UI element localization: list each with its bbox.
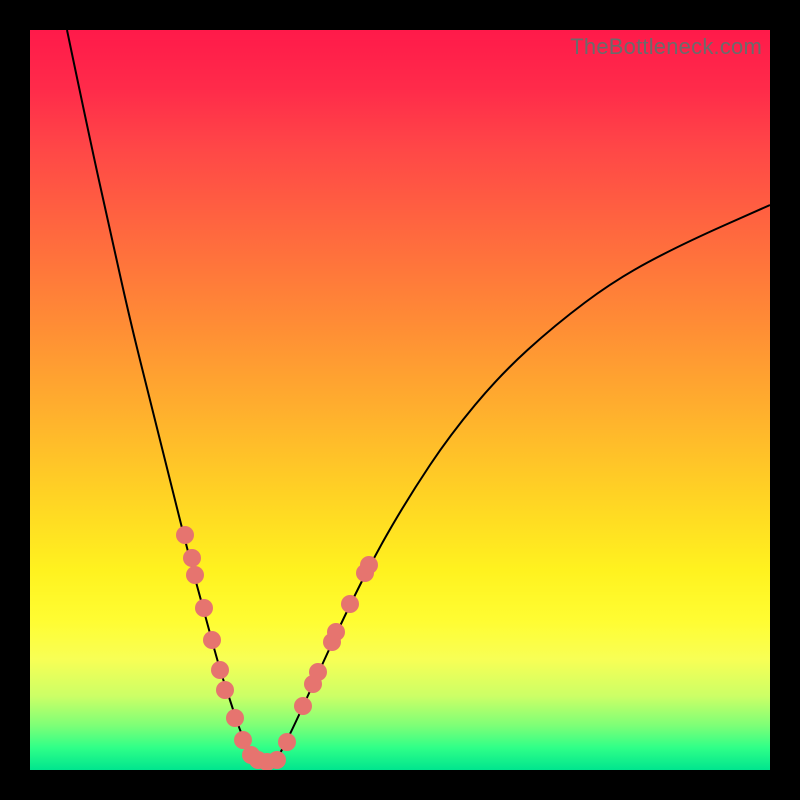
data-point (268, 751, 286, 769)
data-point (294, 697, 312, 715)
curve-left (67, 30, 255, 762)
chart-frame: TheBottleneck.com (30, 30, 770, 770)
data-point (309, 663, 327, 681)
data-point (327, 623, 345, 641)
data-point (183, 549, 201, 567)
data-point (186, 566, 204, 584)
data-point (211, 661, 229, 679)
data-point (176, 526, 194, 544)
data-point (195, 599, 213, 617)
data-point (226, 709, 244, 727)
data-point (216, 681, 234, 699)
data-point (278, 733, 296, 751)
curve-right (275, 205, 770, 762)
plot-svg (30, 30, 770, 770)
data-point (341, 595, 359, 613)
data-point (360, 556, 378, 574)
data-point (203, 631, 221, 649)
scatter-dots (176, 526, 378, 770)
